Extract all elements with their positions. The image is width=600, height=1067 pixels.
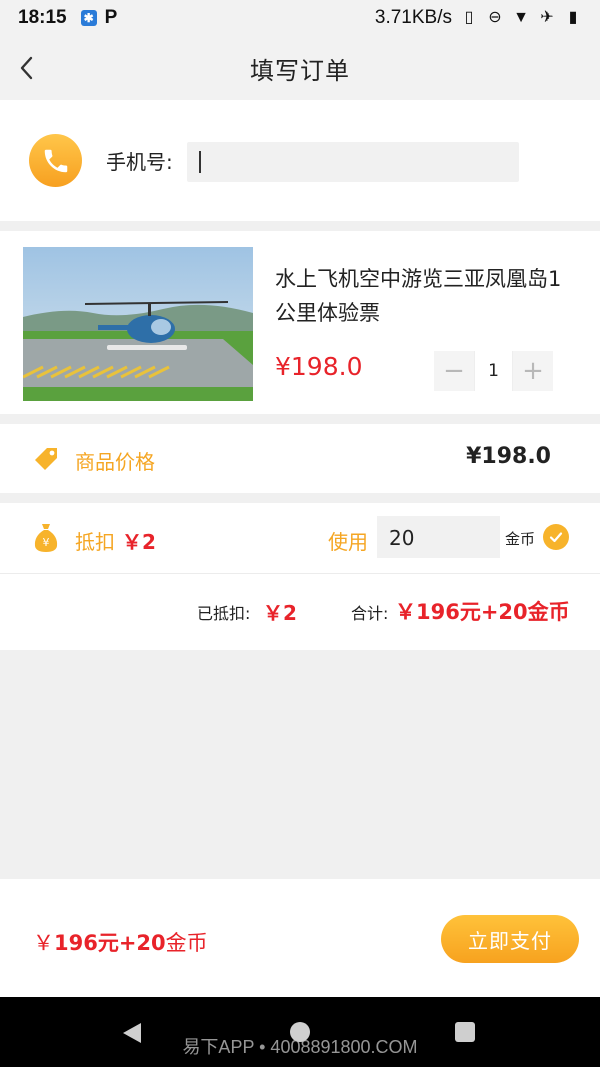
check-icon[interactable]	[543, 524, 569, 550]
price-label: 商品价格	[75, 450, 155, 474]
bottom-total-amount: 196元+20	[54, 931, 166, 955]
price-value: ¥198.0	[466, 444, 551, 469]
product-price: ¥198.0	[275, 352, 363, 381]
svg-text:¥: ¥	[43, 536, 50, 549]
vibrate-icon: ▯	[464, 9, 474, 26]
status-bar: 18:15 ✱ P 3.71KB/s ▯ ⊖ ▼ ✈ ▮	[0, 0, 600, 36]
airplane-icon: ✈	[540, 9, 554, 26]
total-label: 合计:	[351, 604, 389, 623]
deducted-value: ￥2	[263, 601, 297, 625]
divider	[0, 573, 600, 574]
dnd-icon: ⊖	[488, 9, 502, 26]
status-right: 3.71KB/s ▯ ⊖ ▼ ✈ ▮	[375, 7, 582, 29]
deduct-label: 抵扣	[75, 530, 115, 554]
status-time: 18:15	[18, 7, 67, 28]
coin-input[interactable]: 20	[377, 516, 500, 558]
battery-icon: ▮	[568, 9, 578, 26]
phone-label: 手机号:	[106, 150, 173, 174]
top-bar: 填写订单	[0, 36, 600, 100]
p-icon: P	[104, 7, 118, 28]
page-title: 填写订单	[250, 56, 350, 85]
total-value: ￥196元+20金币	[395, 600, 570, 624]
bottom-total: ￥196元+20金币	[33, 927, 208, 957]
bottom-total-suffix: 金币	[165, 931, 208, 955]
tag-icon	[35, 448, 57, 470]
phone-input[interactable]	[187, 142, 519, 182]
pay-now-button[interactable]: 立即支付	[441, 915, 579, 963]
app-notification-icon: ✱	[80, 10, 97, 26]
product-title: 水上飞机空中游览三亚凤凰岛1公里体验票	[275, 267, 562, 325]
product-image[interactable]	[23, 247, 253, 401]
bottom-total-prefix: ￥	[33, 931, 54, 955]
increase-button[interactable]: +	[513, 351, 553, 391]
network-speed: 3.71KB/s	[374, 7, 452, 28]
chevron-left-icon[interactable]	[14, 52, 42, 84]
decrease-button[interactable]: −	[434, 351, 474, 391]
text-caret	[199, 151, 201, 173]
quantity-stepper: − 1 +	[434, 351, 553, 391]
deducted-label: 已抵扣:	[197, 604, 251, 623]
wifi-icon: ▼	[513, 9, 529, 26]
use-label: 使用	[328, 530, 368, 554]
coin-unit: 金币	[505, 530, 536, 548]
phone-icon	[29, 134, 82, 187]
money-bag-icon: ¥	[34, 524, 58, 552]
watermark: 易下APP • 4008891800.COM	[182, 1037, 418, 1057]
quantity-value[interactable]: 1	[474, 351, 513, 391]
deduct-amount: ￥2	[122, 530, 156, 554]
